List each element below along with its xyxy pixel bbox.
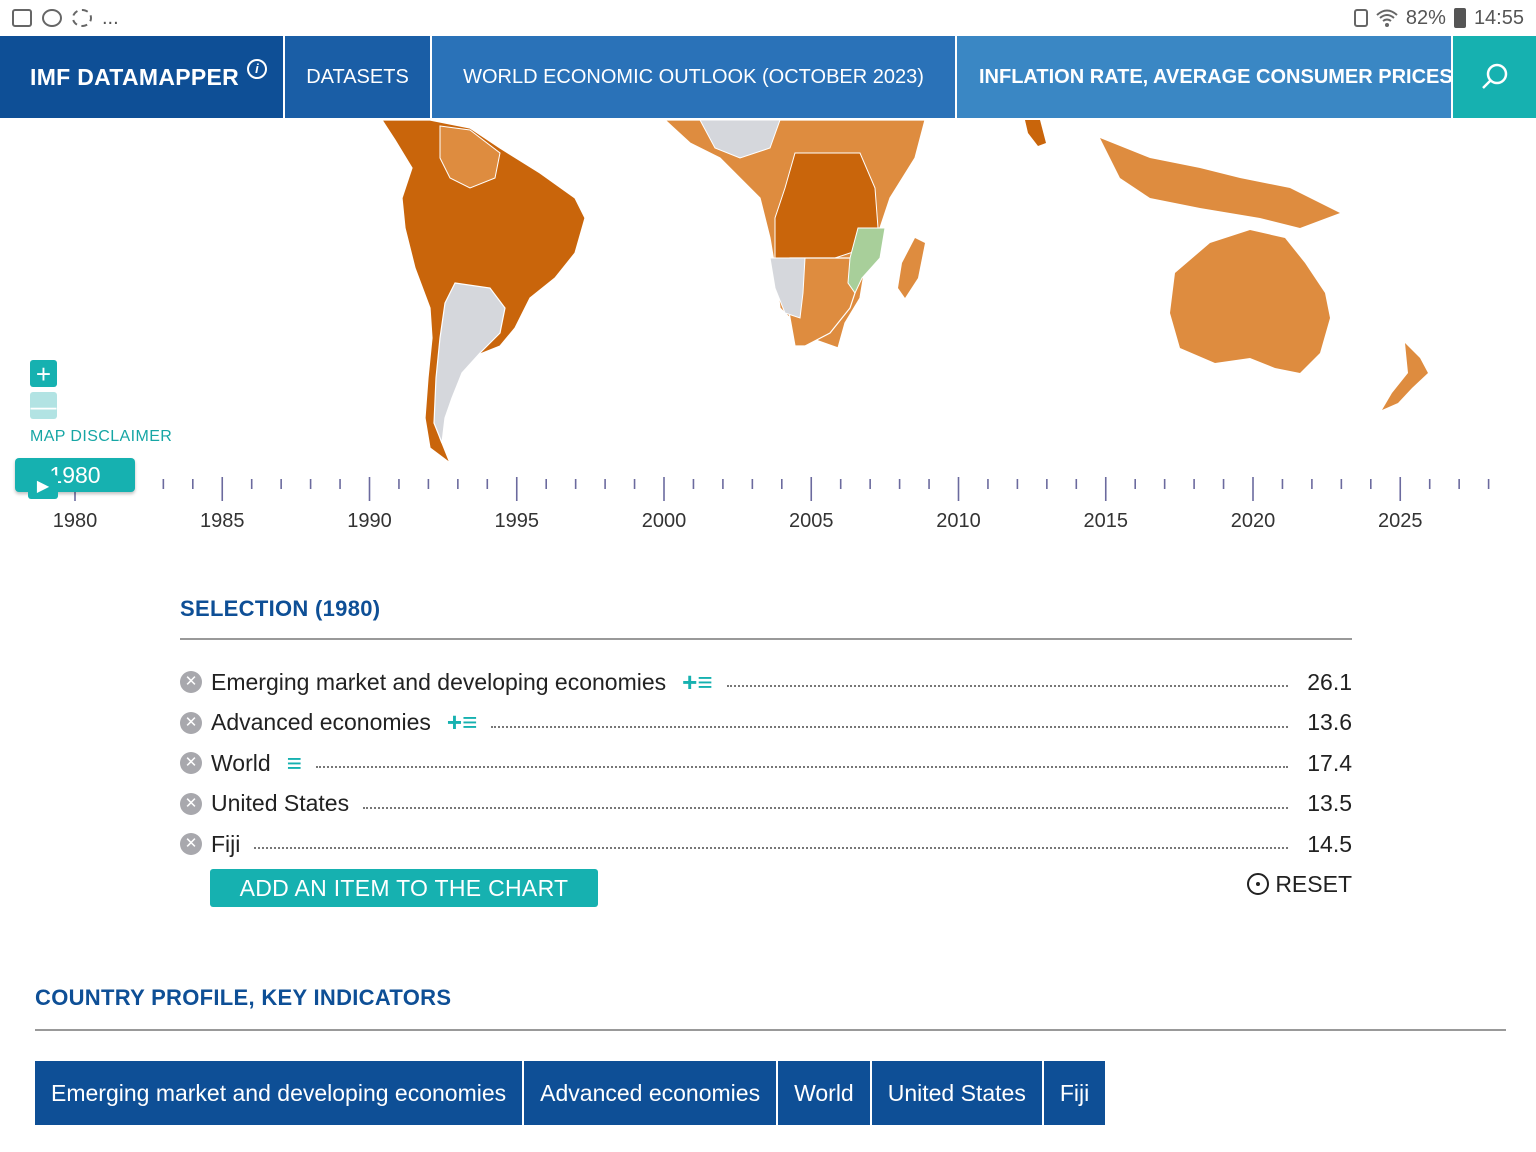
leader-dots — [491, 725, 1288, 728]
nav-dataset-name[interactable]: WORLD ECONOMIC OUTLOOK (OCTOBER 2023) — [432, 36, 957, 118]
row-tools-icon[interactable]: +≡ — [682, 667, 712, 698]
remove-icon[interactable]: ✕ — [180, 833, 202, 856]
leader-dots — [363, 806, 1288, 809]
selection-row: ✕ World ≡ 17.4 — [180, 743, 1352, 784]
selection-row-label: Emerging market and developing economies — [211, 668, 667, 695]
selection-row-label: World — [211, 749, 271, 776]
selection-title: SELECTION (1980) — [180, 596, 1352, 640]
row-tools-icon[interactable]: ≡ — [287, 748, 302, 779]
tick-label: 2005 — [789, 510, 834, 532]
profile-tabs: Emerging market and developing economies… — [35, 1061, 1506, 1125]
profile-title: COUNTRY PROFILE, KEY INDICATORS — [35, 985, 1506, 1031]
tick-label: 1995 — [494, 510, 540, 532]
map-region-argentina[interactable] — [433, 282, 506, 444]
map-region-new-zealand[interactable] — [1382, 343, 1428, 410]
selection-row: ✕ Advanced economies +≡ 13.6 — [180, 703, 1352, 744]
tick-label: 1990 — [347, 510, 392, 532]
selection-list: ✕ Emerging market and developing economie… — [180, 662, 1352, 865]
clock: 14:55 — [1473, 6, 1524, 29]
reset-icon — [1247, 873, 1270, 895]
remove-icon[interactable]: ✕ — [180, 711, 202, 734]
remove-icon[interactable]: ✕ — [180, 671, 202, 694]
remove-icon[interactable]: ✕ — [180, 792, 202, 815]
selection-row-label: Fiji — [211, 830, 241, 857]
selection-row: ✕ Emerging market and developing economie… — [180, 662, 1352, 703]
remove-icon[interactable]: ✕ — [180, 752, 202, 775]
world-map[interactable] — [0, 118, 1536, 468]
selection-row-value: 26.1 — [1307, 668, 1352, 695]
tick-label: 2025 — [1378, 510, 1423, 532]
tick-label: 2010 — [936, 510, 981, 532]
tick-label: 2020 — [1230, 510, 1276, 532]
map-region-southeast-asia[interactable] — [1100, 138, 1340, 228]
weather-icon — [72, 9, 92, 27]
reset-button[interactable]: RESET — [1247, 871, 1352, 898]
status-bar: ... 82% 14:55 — [0, 0, 1536, 36]
zoom-out-button[interactable]: — — [30, 392, 57, 419]
selection-row-value: 13.6 — [1307, 709, 1352, 736]
profile-tab[interactable]: Advanced economies — [524, 1061, 779, 1125]
selection-row-value: 14.5 — [1307, 830, 1352, 857]
sync-icon — [42, 9, 62, 27]
profile-tab[interactable]: Emerging market and developing economies — [35, 1061, 525, 1125]
row-tools-icon[interactable]: +≡ — [447, 707, 477, 738]
tick-label: 1985 — [200, 510, 245, 532]
selection-row: ✕ United States 13.5 — [180, 784, 1352, 825]
battery-saver-icon — [1353, 9, 1368, 27]
search-icon — [1481, 63, 1507, 89]
selection-row-label: United States — [211, 790, 350, 817]
leader-dots — [315, 766, 1288, 769]
tick-label: 1980 — [52, 510, 98, 532]
profile-tab[interactable]: World — [778, 1061, 872, 1125]
selection-row-value: 13.5 — [1307, 790, 1352, 817]
selection-row-value: 17.4 — [1307, 749, 1352, 776]
profile-tab[interactable]: United States — [871, 1061, 1044, 1125]
wifi-icon — [1376, 9, 1398, 27]
tick-label: 2015 — [1083, 510, 1129, 532]
selection-row: ✕ Fiji 14.5 — [180, 824, 1352, 865]
nav-datasets[interactable]: DATASETS — [285, 36, 432, 118]
add-item-button[interactable]: ADD AN ITEM TO THE CHART — [210, 868, 598, 907]
selection-row-label: Advanced economies — [211, 709, 431, 736]
timeline-ticks[interactable] — [0, 455, 1536, 505]
nav-indicator[interactable]: INFLATION RATE, AVERAGE CONSUMER PRICES — [957, 36, 1453, 118]
map-region-australia[interactable] — [1170, 230, 1330, 373]
battery-icon — [1453, 8, 1466, 28]
more-notifications: ... — [102, 6, 119, 29]
tick-label: 2000 — [641, 510, 687, 532]
reset-label: RESET — [1275, 870, 1352, 897]
leader-dots — [726, 685, 1288, 688]
play-button[interactable]: ▶ — [28, 475, 58, 499]
year-timeline[interactable]: 1980 1985 1990 1995 2000 2005 2010 2015 2020 2025… — [0, 455, 1536, 545]
brand-home-link[interactable]: IMF DATAMAPPER i — [0, 36, 285, 118]
info-icon[interactable]: i — [247, 59, 268, 79]
leader-dots — [254, 847, 1288, 850]
profile-tab[interactable]: Fiji — [1043, 1061, 1108, 1125]
search-button[interactable] — [1453, 36, 1536, 118]
map-region-madagascar[interactable] — [898, 238, 925, 298]
battery-percent: 82% — [1405, 6, 1446, 29]
map-region-angola-nodata[interactable] — [769, 257, 806, 319]
map-region-sri-lanka[interactable] — [1025, 120, 1046, 146]
top-nav: IMF DATAMAPPER i DATASETS WORLD ECONOMIC… — [0, 36, 1536, 118]
zoom-in-button[interactable]: + — [30, 360, 57, 387]
country-profile: COUNTRY PROFILE, KEY INDICATORS Emerging… — [35, 985, 1506, 1125]
map-disclaimer-link[interactable]: MAP DISCLAIMER — [30, 428, 172, 446]
image-icon — [12, 9, 32, 27]
brand-title: IMF DATAMAPPER — [30, 63, 240, 90]
selection-panel: SELECTION (1980) ✕ Emerging market and de… — [180, 596, 1352, 915]
world-map-svg[interactable] — [0, 118, 1536, 468]
